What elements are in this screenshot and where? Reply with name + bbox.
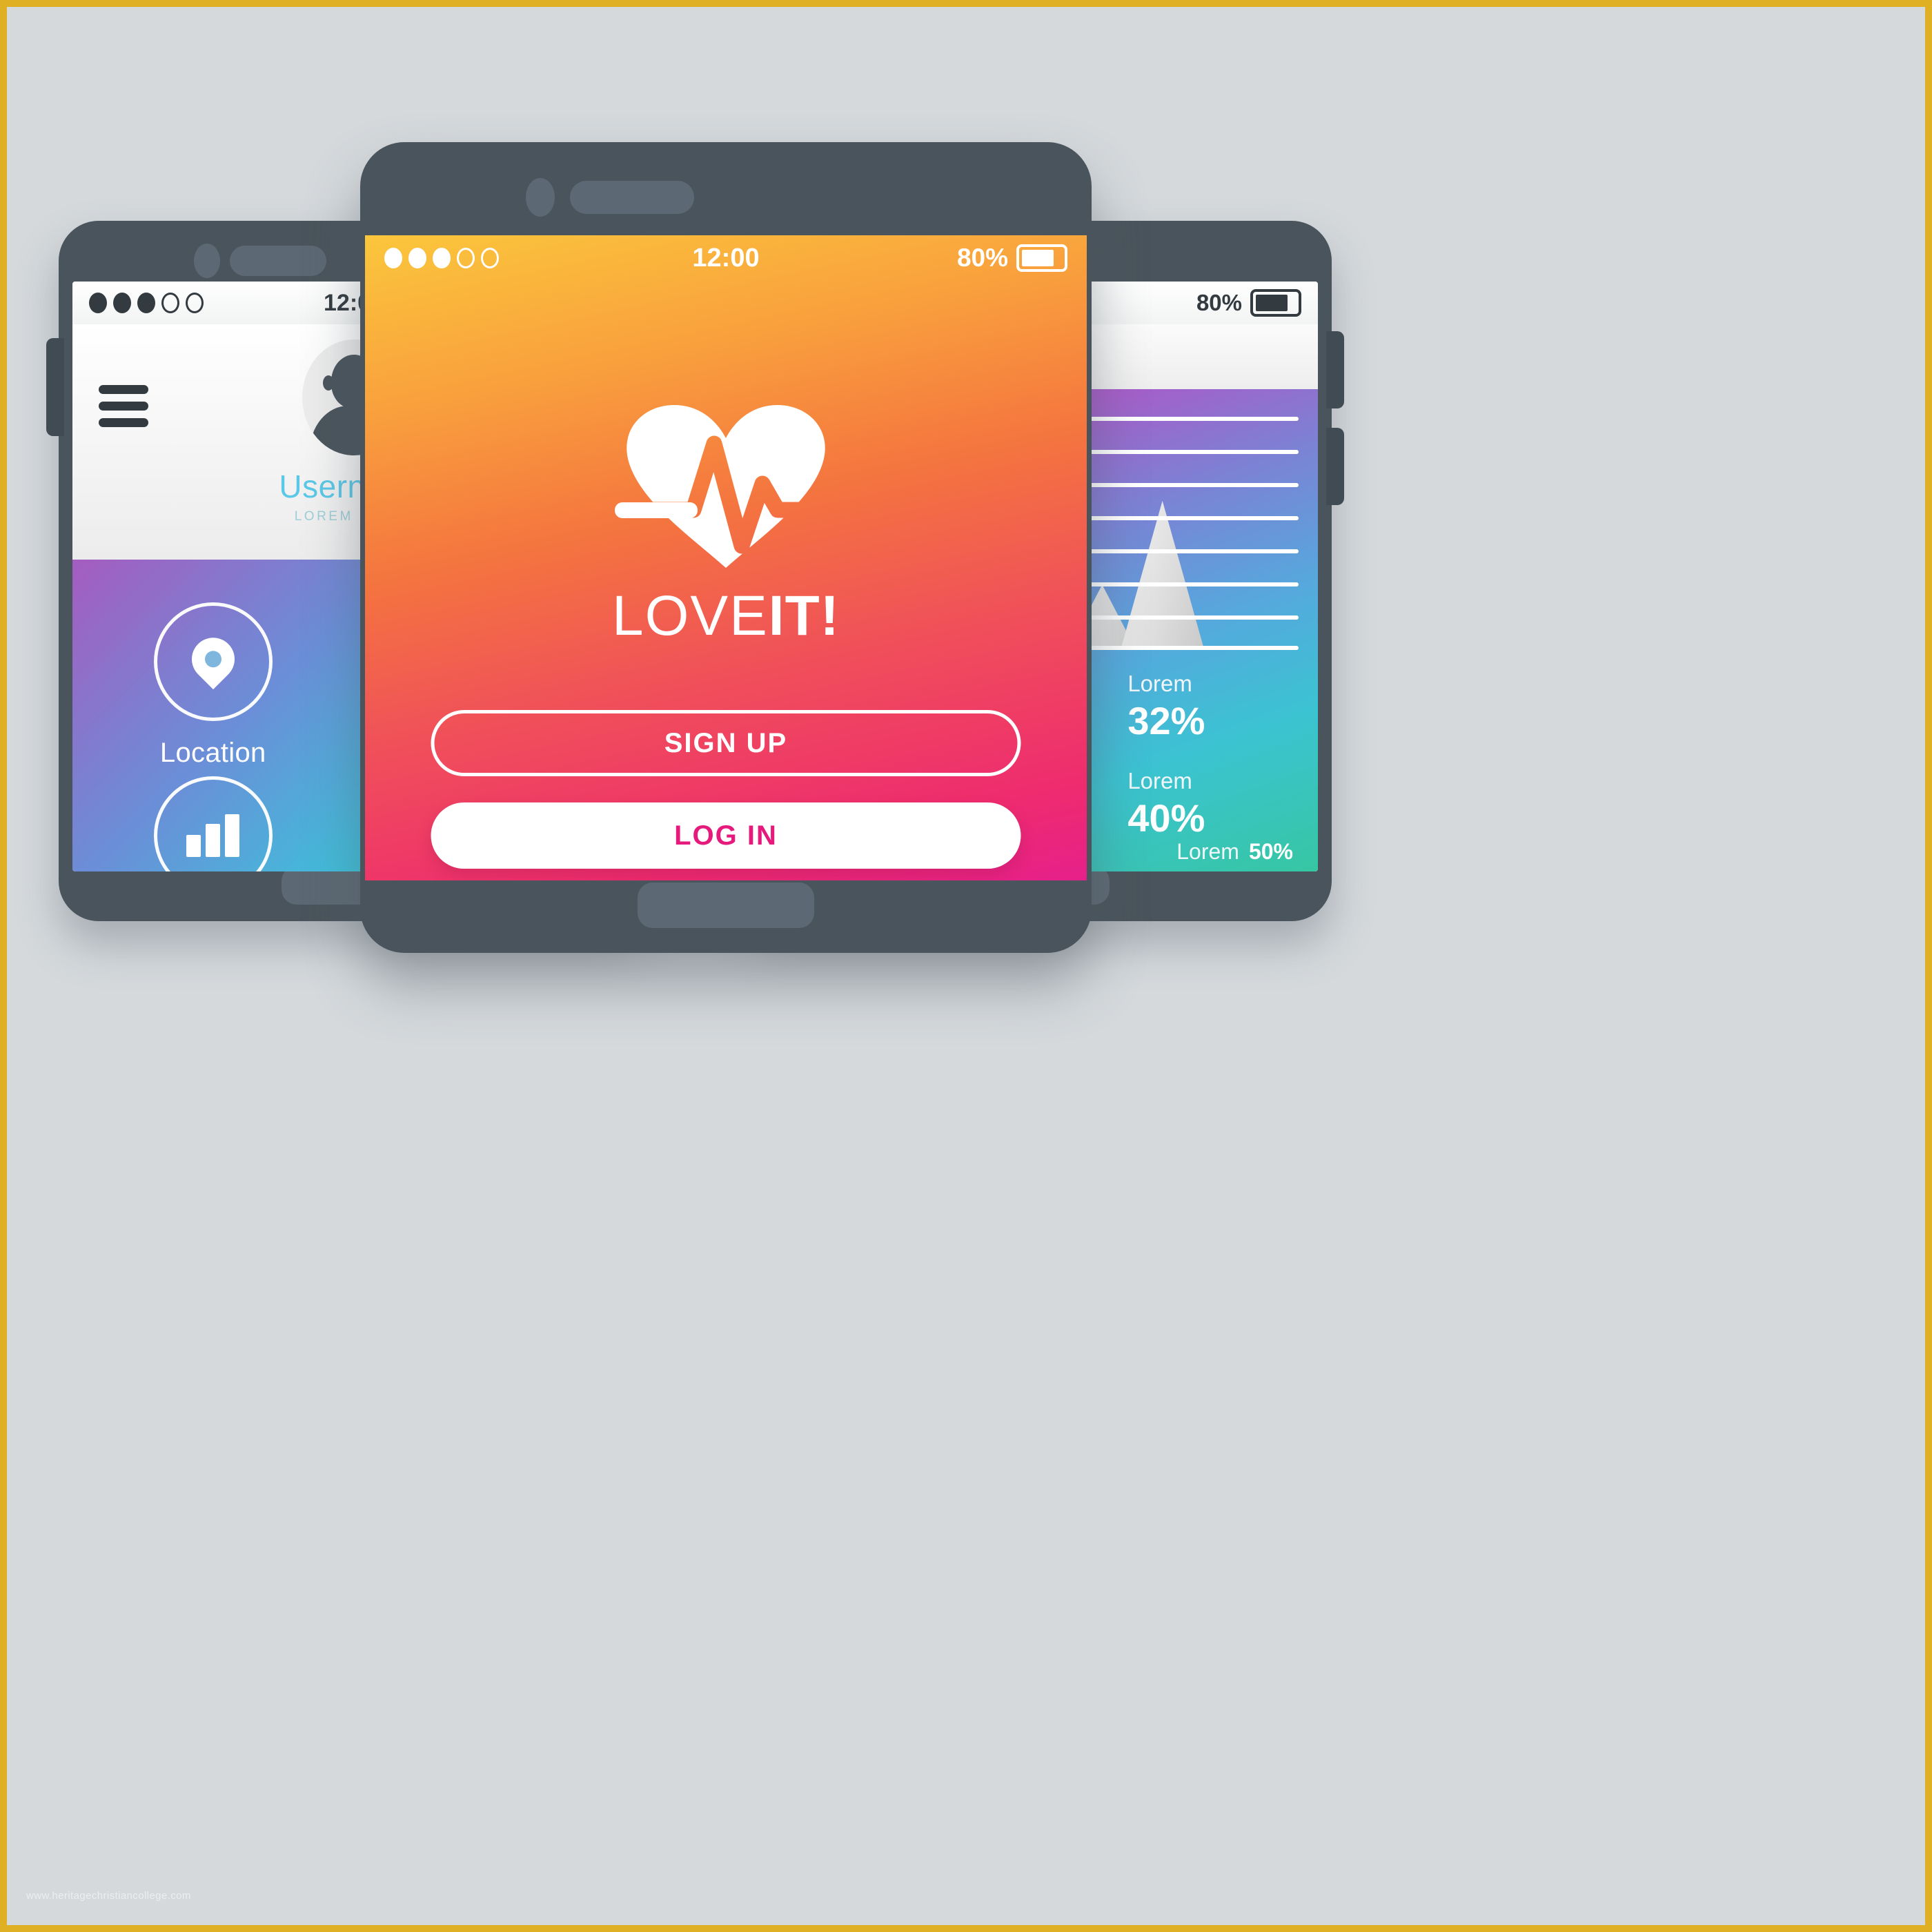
legend-value: 50% bbox=[1248, 839, 1293, 864]
login-button-label: LOG IN bbox=[674, 820, 778, 851]
login-screen: 12:00 80% LOVEIT! SIGN UP LOG IN bbox=[365, 235, 1087, 880]
watermark: www.heritagechristiancollege.com bbox=[26, 1890, 191, 1902]
status-bar-center: 12:00 80% bbox=[365, 235, 1087, 281]
stat-cell: Lorem 40% bbox=[1127, 768, 1294, 840]
signup-button-label: SIGN UP bbox=[664, 727, 788, 758]
bar-chart-icon bbox=[186, 814, 240, 857]
front-camera-icon bbox=[526, 178, 555, 217]
front-camera-icon bbox=[194, 244, 220, 278]
earpiece-speaker bbox=[570, 181, 694, 214]
battery-icon bbox=[1016, 244, 1067, 272]
status-clock: 12:00 bbox=[692, 243, 760, 273]
phone-left-side-button[interactable] bbox=[46, 338, 64, 436]
stage: 12:00 80% Username LOREM IPSUM bbox=[7, 7, 1925, 1925]
location-tile-circle bbox=[153, 602, 273, 721]
growth-tile-circle bbox=[153, 776, 273, 871]
heart-pulse-icon bbox=[612, 400, 840, 572]
login-button[interactable]: LOG IN bbox=[431, 802, 1021, 869]
tile-growth[interactable]: Growth bbox=[72, 776, 354, 871]
phone-right-side-button-upper[interactable] bbox=[1326, 331, 1344, 408]
location-pin-icon bbox=[182, 629, 244, 690]
hamburger-menu-icon[interactable] bbox=[99, 385, 148, 435]
stat-cell: Lorem 32% bbox=[1127, 671, 1294, 743]
home-button[interactable] bbox=[638, 883, 814, 928]
logo-bold-part: IT! bbox=[768, 584, 840, 647]
tile-label: Location bbox=[159, 738, 266, 768]
earpiece-speaker bbox=[230, 246, 326, 276]
phone-right-side-button-lower[interactable] bbox=[1326, 428, 1344, 505]
stat-label: Lorem bbox=[1127, 671, 1192, 696]
logo-light-part: LOVE bbox=[612, 584, 769, 647]
tile-location[interactable]: Location bbox=[72, 602, 354, 769]
legend-row: Lorem 50% bbox=[1086, 839, 1293, 865]
stat-value: 40% bbox=[1127, 796, 1205, 840]
avatar-ear-left bbox=[322, 375, 334, 391]
signup-button[interactable]: SIGN UP bbox=[431, 710, 1021, 776]
phone-center-screen: 12:00 80% LOVEIT! SIGN UP LOG IN bbox=[365, 235, 1087, 880]
chart-legend: Lorem 50% Lorem 80% Lorem 25% Lorem 75% bbox=[1086, 839, 1293, 871]
artboard-frame: 12:00 80% Username LOREM IPSUM bbox=[0, 0, 1932, 1932]
app-logo-text: LOVEIT! bbox=[365, 584, 1087, 649]
legend-label: Lorem bbox=[1176, 839, 1239, 864]
battery-icon bbox=[1250, 289, 1301, 317]
stat-value: 32% bbox=[1127, 699, 1205, 742]
stat-label: Lorem bbox=[1127, 768, 1192, 793]
phone-center: 12:00 80% LOVEIT! SIGN UP LOG IN bbox=[360, 142, 1092, 953]
